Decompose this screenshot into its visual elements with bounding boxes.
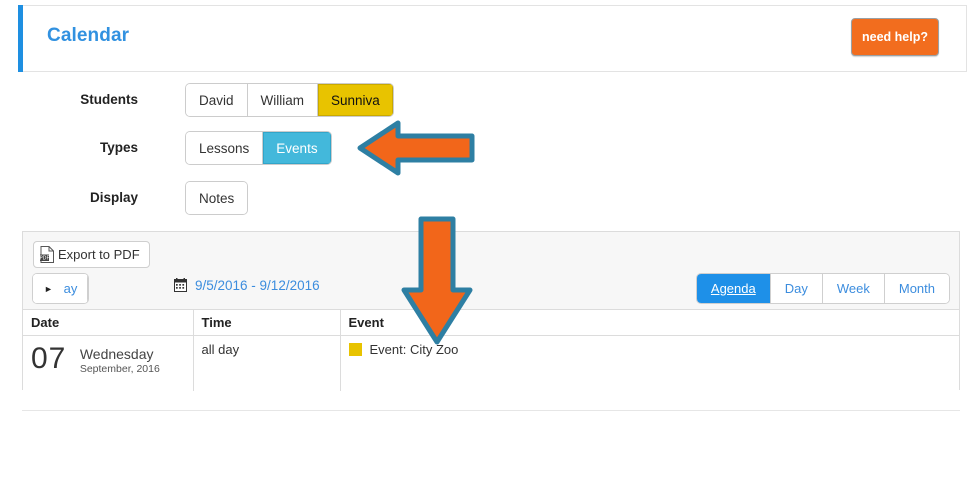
calendar-nav-group[interactable]: Today ◄ ► [33,274,88,303]
date-range-label[interactable]: 9/5/2016 - 9/12/2016 [195,278,320,293]
event-color-swatch [348,343,362,356]
calendar-page: Calendar need help? Students David Willi… [0,0,977,501]
calendar-icon [174,278,187,292]
agenda-table: Date Time Event 07 Wednesday September, … [23,310,959,391]
pdf-file-icon: PDF [40,246,55,263]
calendar-widget: PDF Export to PDF Today ◄ ► Agenda Day W… [22,231,960,391]
agenda-day-month: September, 2016 [79,363,160,375]
agenda-date-cell: 07 Wednesday September, 2016 [23,335,194,391]
type-option-lessons[interactable]: Lessons [186,132,264,164]
header-accent-bar [18,5,23,72]
display-filter-group[interactable]: Notes [186,182,248,214]
display-option-notes[interactable]: Notes [186,182,248,214]
view-tab-agenda[interactable]: Agenda [696,274,771,303]
svg-text:PDF: PDF [40,256,49,262]
export-to-pdf-button[interactable]: PDF Export to PDF [33,241,150,268]
arrow-pointing-to-types-toggle [356,117,476,179]
agenda-event-title: Event: City Zoo [369,342,459,357]
student-option-sunniva[interactable]: Sunniva [318,84,393,116]
agenda-day-text: Wednesday September, 2016 [71,342,160,376]
agenda-event-cell: Event: City Zoo [340,335,960,391]
type-option-events[interactable]: Events [263,132,331,164]
today-button[interactable]: Today [33,274,88,303]
student-filter-group[interactable]: David William Sunniva [186,84,393,116]
view-tab-day[interactable]: Day [770,274,823,303]
agenda-day-name: Wednesday [79,346,154,362]
student-option-william[interactable]: William [247,84,319,116]
view-tab-month[interactable]: Month [884,274,949,303]
agenda-time-cell: all day [193,335,341,391]
agenda-day-number: 07 [31,342,67,375]
calendar-view-group[interactable]: Agenda Day Week Month [696,274,949,303]
view-tab-week[interactable]: Week [822,274,885,303]
column-header-time: Time [193,310,341,336]
need-help-button[interactable]: need help? [851,18,939,56]
page-header-panel [18,5,967,72]
table-row[interactable]: 07 Wednesday September, 2016 all day Eve… [23,335,960,391]
column-header-event: Event [340,310,959,336]
column-header-date: Date [23,310,194,336]
export-to-pdf-label: Export to PDF [58,247,140,262]
student-option-david[interactable]: David [186,84,248,116]
section-divider [22,410,960,411]
agenda-header-row: Date Time Event [23,310,959,336]
filter-label-students: Students [80,92,138,107]
filter-label-display: Display [89,190,138,205]
filter-label-types: Types [99,140,138,155]
page-title: Calendar [47,25,130,46]
type-filter-group[interactable]: Lessons Events [186,132,331,164]
agenda-event-line[interactable]: Event: City Zoo [348,342,960,357]
